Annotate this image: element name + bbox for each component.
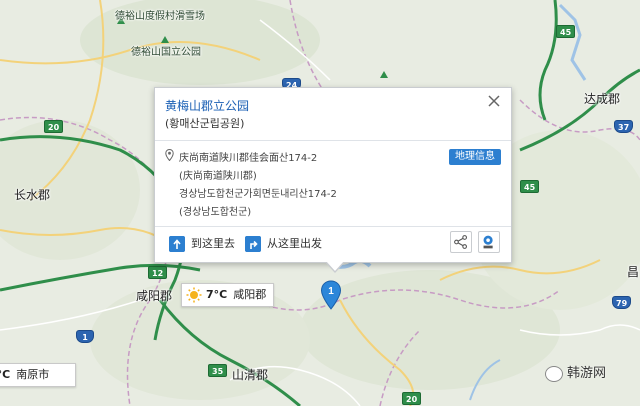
weather-temp: 7°C	[206, 288, 228, 301]
shield-expressway-12: 12	[148, 266, 168, 279]
from-here-label: 从这里出发	[267, 237, 322, 250]
shield-expressway-20-bottom: 20	[402, 392, 422, 405]
popup-subtitle: (황매산군립공원)	[165, 117, 245, 130]
place-deogyusan-resort: 德裕山度假村滑雪场	[115, 11, 205, 22]
weather-place: 咸阳郡	[233, 288, 267, 301]
watermark: 韩游网	[545, 362, 606, 382]
place-info-popup: 黄梅山郡立公园 (황매산군립공원) 庆尚南道陕川郡佳会面산174-2 (庆尚南道…	[154, 87, 512, 273]
place-sancheong: 山清郡	[232, 368, 269, 382]
wechat-logo-icon	[545, 365, 563, 382]
from-here-button[interactable]: 从这里出发	[245, 234, 322, 254]
divider	[155, 226, 511, 227]
marker-number: 1	[328, 286, 334, 297]
location-pin-icon	[165, 149, 174, 161]
weather-temp: 2°C	[0, 368, 11, 381]
roadview-button[interactable]	[478, 231, 500, 253]
watermark-text: 韩游网	[567, 366, 607, 381]
location-marker[interactable]: 1	[320, 280, 342, 310]
address-line: (경상남도합천군)	[179, 207, 252, 218]
roadview-camera-icon	[483, 235, 493, 249]
weather-box-namwon[interactable]: 2°C 南原市	[0, 363, 76, 387]
close-icon[interactable]	[487, 94, 501, 108]
shield-road-79: 79	[612, 296, 632, 309]
sun-icon	[186, 287, 202, 303]
shield-expressway-35: 35	[208, 364, 228, 377]
address-line: (庆尚南道陕川郡)	[179, 171, 257, 182]
shield-expressway-45-right: 45	[520, 180, 540, 193]
place-jangsu: 长水郡	[14, 188, 51, 202]
shield-road-1: 1	[76, 330, 94, 343]
place-hamyang: 咸阳郡	[136, 289, 173, 303]
place-dalseong: 达成郡	[584, 92, 621, 106]
weather-box-hamyang[interactable]: 7°C 咸阳郡	[181, 283, 274, 307]
address-line: 庆尚南道陕川郡佳会面산174-2	[179, 153, 318, 164]
share-icon	[454, 235, 467, 249]
go-here-label: 到这里去	[191, 237, 235, 250]
weather-place: 南原市	[16, 368, 50, 381]
shield-road-37: 37	[614, 120, 634, 133]
shield-expressway-45-top: 45	[556, 25, 576, 38]
shield-expressway-20: 20	[44, 120, 64, 133]
popup-tail	[325, 261, 345, 273]
divider	[155, 140, 511, 141]
share-button[interactable]	[450, 231, 472, 253]
go-here-button[interactable]: 到这里去	[169, 234, 235, 254]
address-line: 경상남도합천군가회면둔내리산174-2	[179, 189, 337, 200]
popup-title[interactable]: 黄梅山郡立公园	[165, 97, 249, 114]
geo-info-badge[interactable]: 地理信息	[449, 149, 501, 165]
turn-right-arrow-icon	[245, 236, 261, 252]
turn-left-arrow-icon	[169, 236, 185, 252]
place-edge-right: 昌	[627, 265, 640, 279]
place-deogyusan-park: 德裕山国立公园	[131, 47, 201, 58]
